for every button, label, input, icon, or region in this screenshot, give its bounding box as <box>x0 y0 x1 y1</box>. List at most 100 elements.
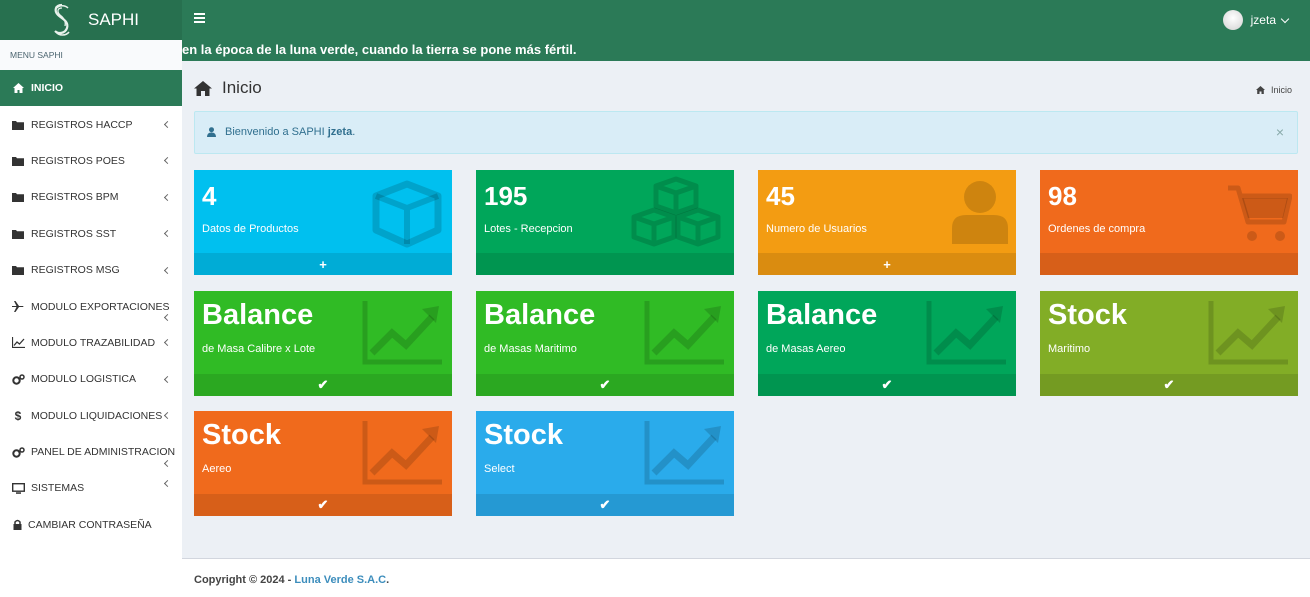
box-value: Stock <box>202 419 281 451</box>
sidebar: MENU SAPHI INICIO REGISTROS HACCP REGIST… <box>0 40 182 597</box>
close-icon[interactable]: × <box>1276 124 1284 140</box>
sidebar-item-registros-bpm[interactable]: REGISTROS BPM <box>0 179 182 215</box>
marquee-text: en la época de la luna verde, cuando la … <box>182 42 577 57</box>
sidebar-item-modulo-logistica[interactable]: MODULO LOGISTICA <box>0 361 182 397</box>
sidebar-item-registros-msg[interactable]: REGISTROS MSG <box>0 252 182 288</box>
gears-icon <box>11 373 25 385</box>
box-value: 98 <box>1048 181 1077 211</box>
user-name: jzeta <box>1250 13 1276 27</box>
area-chart-icon <box>362 301 442 365</box>
box-label: Lotes - Recepcion <box>484 223 573 235</box>
box-numero-usuarios[interactable]: 45 Numero de Usuarios + <box>758 170 1016 275</box>
sidebar-item-modulo-trazabilidad[interactable]: MODULO TRAZABILIDAD <box>0 325 182 361</box>
box-ordenes-compra[interactable]: 98 Ordenes de compra <box>1040 170 1298 275</box>
more-info-button[interactable] <box>476 253 734 275</box>
box-balance-masas-maritimo[interactable]: Balance de Masas Maritimo ✔ <box>476 291 734 396</box>
saphi-logo-icon <box>54 3 70 36</box>
box-label: de Masas Aereo <box>766 343 846 355</box>
page-title: Inicio <box>222 78 262 97</box>
sidebar-item-label: MODULO LIQUIDACIONES <box>31 409 163 422</box>
more-info-button[interactable]: + <box>758 253 1016 275</box>
company-link[interactable]: Luna Verde S.A.C <box>294 574 386 586</box>
box-label: de Masa Calibre x Lote <box>202 343 316 355</box>
check-button[interactable]: ✔ <box>476 374 734 396</box>
check-button[interactable]: ✔ <box>194 494 452 516</box>
chevron-left-icon <box>163 480 172 488</box>
marquee-banner: en la época de la luna verde, cuando la … <box>182 40 1310 61</box>
monitor-icon <box>11 482 25 494</box>
sidebar-item-label: MODULO TRAZABILIDAD <box>31 336 156 349</box>
box-value: Stock <box>1048 299 1127 331</box>
box-label: de Masas Maritimo <box>484 343 577 355</box>
sidebar-item-label: PANEL DE ADMINISTRACION <box>31 446 176 459</box>
sidebar-item-registros-haccp[interactable]: REGISTROS HACCP <box>0 106 182 142</box>
line-chart-icon <box>11 337 25 349</box>
breadcrumb[interactable]: Inicio <box>1255 85 1292 95</box>
menu-header: MENU SAPHI <box>0 40 182 70</box>
top-navbar: SAPHI jzeta <box>0 0 1310 40</box>
copyright: Copyright © 2024 - Luna Verde S.A.C. <box>194 574 389 586</box>
sidebar-item-label: SISTEMAS <box>31 482 85 495</box>
sidebar-toggle-icon[interactable] <box>194 13 206 27</box>
user-icon <box>952 181 1008 244</box>
more-info-button[interactable] <box>1040 253 1298 275</box>
sidebar-item-cambiar-contrasena[interactable]: CAMBIAR CONTRASEÑA <box>0 507 182 543</box>
box-balance-masas-aereo[interactable]: Balance de Masas Aereo ✔ <box>758 291 1016 396</box>
breadcrumb-label: Inicio <box>1270 85 1292 95</box>
user-menu[interactable]: jzeta <box>1222 10 1290 30</box>
folder-icon <box>11 264 25 276</box>
alert-suffix: . <box>352 126 356 138</box>
folder-icon <box>11 191 25 203</box>
check-button[interactable]: ✔ <box>476 494 734 516</box>
folder-icon <box>11 155 25 167</box>
sidebar-item-label: CAMBIAR CONTRASEÑA <box>28 518 152 531</box>
cart-icon <box>1228 185 1292 241</box>
box-label: Datos de Productos <box>202 223 299 235</box>
chevron-left-icon <box>163 412 172 420</box>
box-value: Balance <box>766 299 878 331</box>
check-button[interactable]: ✔ <box>194 374 452 396</box>
folder-icon <box>11 228 25 240</box>
box-stock-aereo[interactable]: Stock Aereo ✔ <box>194 411 452 516</box>
box-balance-masa-calibre[interactable]: Balance de Masa Calibre x Lote ✔ <box>194 291 452 396</box>
home-icon <box>194 81 212 96</box>
sidebar-item-modulo-liquidaciones[interactable]: $ MODULO LIQUIDACIONES <box>0 398 182 434</box>
gears-icon <box>11 446 25 458</box>
chevron-left-icon <box>163 375 172 383</box>
alert-user: jzeta <box>327 126 353 138</box>
box-datos-productos[interactable]: 4 Datos de Productos + <box>194 170 452 275</box>
chevron-down-icon <box>1280 14 1290 23</box>
check-button[interactable]: ✔ <box>758 374 1016 396</box>
sidebar-item-registros-sst[interactable]: REGISTROS SST <box>0 216 182 252</box>
more-info-button[interactable]: + <box>194 253 452 275</box>
box-value: 195 <box>484 181 528 211</box>
sidebar-item-label: MODULO LOGISTICA <box>31 373 137 386</box>
check-button[interactable]: ✔ <box>1040 374 1298 396</box>
sidebar-item-sistemas[interactable]: SISTEMAS <box>0 470 182 506</box>
box-label: Aereo <box>202 463 232 475</box>
app-name: SAPHI <box>88 10 140 29</box>
sidebar-item-registros-poes[interactable]: REGISTROS POES <box>0 143 182 179</box>
box-stock-maritimo[interactable]: Stock Maritimo ✔ <box>1040 291 1298 396</box>
chevron-left-icon <box>163 314 172 322</box>
sidebar-item-label: INICIO <box>31 82 64 95</box>
avatar <box>1222 10 1243 30</box>
sidebar-item-inicio[interactable]: INICIO <box>0 70 182 107</box>
box-value: 45 <box>766 181 795 211</box>
user-icon <box>207 127 216 137</box>
area-chart-icon <box>1208 301 1288 365</box>
box-value: Stock <box>484 419 563 451</box>
box-lotes-recepcion[interactable]: 195 Lotes - Recepcion <box>476 170 734 275</box>
box-stock-select[interactable]: Stock Select ✔ <box>476 411 734 516</box>
area-chart-icon <box>926 301 1006 365</box>
folder-icon <box>11 119 25 131</box>
copyright-end: . <box>386 574 390 586</box>
sidebar-item-modulo-exportaciones[interactable]: MODULO EXPORTACIONES <box>0 288 182 324</box>
box-label: Numero de Usuarios <box>766 223 867 235</box>
area-chart-icon <box>362 421 442 485</box>
sidebar-item-label: REGISTROS MSG <box>31 264 120 277</box>
sidebar-item-label: MODULO EXPORTACIONES <box>31 300 170 313</box>
logo-area[interactable]: SAPHI <box>0 0 182 40</box>
sidebar-item-panel-de-administracion[interactable]: PANEL DE ADMINISTRACION <box>0 434 182 470</box>
chevron-left-icon <box>163 121 172 129</box>
